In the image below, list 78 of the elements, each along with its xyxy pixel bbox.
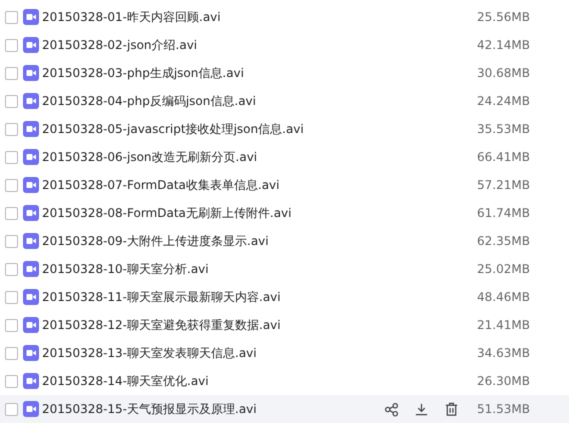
checkbox[interactable]: [5, 94, 18, 108]
checkbox[interactable]: [5, 234, 18, 248]
video-file-icon: [23, 233, 39, 249]
video-file-icon: [23, 345, 39, 361]
file-size: 26.30MB: [477, 374, 531, 388]
video-file-icon: [23, 261, 39, 277]
file-row[interactable]: 20150328-10-聊天室分析.avi 25.02MB: [0, 255, 569, 283]
file-size: 51.53MB: [477, 402, 531, 416]
file-row[interactable]: 20150328-07-FormData收集表单信息.avi 57.21MB: [0, 171, 569, 199]
file-name[interactable]: 20150328-08-FormData无刷新上传附件.avi: [42, 204, 477, 222]
checkbox[interactable]: [5, 374, 18, 388]
file-name[interactable]: 20150328-11-聊天室展示最新聊天内容.avi: [42, 288, 477, 306]
video-file-icon: [23, 9, 39, 25]
checkbox[interactable]: [5, 150, 18, 164]
video-file-icon: [23, 65, 39, 81]
checkbox[interactable]: [5, 122, 18, 136]
checkbox[interactable]: [5, 290, 18, 304]
file-row[interactable]: 20150328-01-昨天内容回顾.avi 25.56MB: [0, 3, 569, 31]
file-name[interactable]: 20150328-07-FormData收集表单信息.avi: [42, 176, 477, 194]
checkbox[interactable]: [5, 402, 18, 416]
video-file-icon: [23, 177, 39, 193]
file-name[interactable]: 20150328-02-json介绍.avi: [42, 36, 477, 54]
file-size: 24.24MB: [477, 94, 531, 108]
file-size: 48.46MB: [477, 290, 531, 304]
checkbox[interactable]: [5, 318, 18, 332]
video-file-icon: [23, 93, 39, 109]
file-size: 25.02MB: [477, 262, 531, 276]
file-row[interactable]: 20150328-03-php生成json信息.avi 30.68MB: [0, 59, 569, 87]
file-size: 66.41MB: [477, 150, 531, 164]
file-size: 62.35MB: [477, 234, 531, 248]
video-file-icon: [23, 401, 39, 417]
file-row[interactable]: 20150328-15-天气预报显示及原理.avi 51.53MB: [0, 395, 569, 423]
file-name[interactable]: 20150328-15-天气预报显示及原理.avi: [42, 400, 384, 418]
delete-icon[interactable]: [444, 401, 459, 417]
video-file-icon: [23, 373, 39, 389]
file-row[interactable]: 20150328-14-聊天室优化.avi 26.30MB: [0, 367, 569, 395]
file-size: 21.41MB: [477, 318, 531, 332]
file-row[interactable]: 20150328-02-json介绍.avi 42.14MB: [0, 31, 569, 59]
checkbox[interactable]: [5, 262, 18, 276]
file-size: 42.14MB: [477, 38, 531, 52]
share-icon[interactable]: [384, 402, 399, 416]
file-row[interactable]: 20150328-06-json改造无刷新分页.avi 66.41MB: [0, 143, 569, 171]
file-name[interactable]: 20150328-14-聊天室优化.avi: [42, 372, 477, 390]
checkbox[interactable]: [5, 38, 18, 52]
file-size: 61.74MB: [477, 206, 531, 220]
video-file-icon: [23, 37, 39, 53]
video-file-icon: [23, 121, 39, 137]
file-name[interactable]: 20150328-03-php生成json信息.avi: [42, 64, 477, 82]
file-row[interactable]: 20150328-13-聊天室发表聊天信息.avi 34.63MB: [0, 339, 569, 367]
checkbox[interactable]: [5, 178, 18, 192]
checkbox[interactable]: [5, 10, 18, 24]
file-name[interactable]: 20150328-13-聊天室发表聊天信息.avi: [42, 344, 477, 362]
file-name[interactable]: 20150328-09-大附件上传进度条显示.avi: [42, 232, 477, 250]
video-file-icon: [23, 289, 39, 305]
download-icon[interactable]: [414, 402, 429, 416]
file-row[interactable]: 20150328-12-聊天室避免获得重复数据.avi 21.41MB: [0, 311, 569, 339]
file-name[interactable]: 20150328-06-json改造无刷新分页.avi: [42, 148, 477, 166]
checkbox[interactable]: [5, 206, 18, 220]
file-row[interactable]: 20150328-05-javascript接收处理json信息.avi 35.53MB: [0, 115, 569, 143]
file-size: 35.53MB: [477, 122, 531, 136]
file-name[interactable]: 20150328-04-php反编码json信息.avi: [42, 92, 477, 110]
video-file-icon: [23, 205, 39, 221]
file-name[interactable]: 20150328-12-聊天室避免获得重复数据.avi: [42, 316, 477, 334]
file-size: 25.56MB: [477, 10, 531, 24]
file-name[interactable]: 20150328-05-javascript接收处理json信息.avi: [42, 120, 477, 138]
file-row[interactable]: 20150328-08-FormData无刷新上传附件.avi 61.74MB: [0, 199, 569, 227]
file-size: 34.63MB: [477, 346, 531, 360]
file-name[interactable]: 20150328-10-聊天室分析.avi: [42, 260, 477, 278]
file-size: 30.68MB: [477, 66, 531, 80]
video-file-icon: [23, 317, 39, 333]
file-row[interactable]: 20150328-09-大附件上传进度条显示.avi 62.35MB: [0, 227, 569, 255]
file-size: 57.21MB: [477, 178, 531, 192]
video-file-icon: [23, 149, 39, 165]
file-row[interactable]: 20150328-11-聊天室展示最新聊天内容.avi 48.46MB: [0, 283, 569, 311]
checkbox[interactable]: [5, 66, 18, 80]
file-name[interactable]: 20150328-01-昨天内容回顾.avi: [42, 8, 477, 26]
checkbox[interactable]: [5, 346, 18, 360]
file-row[interactable]: 20150328-04-php反编码json信息.avi 24.24MB: [0, 87, 569, 115]
